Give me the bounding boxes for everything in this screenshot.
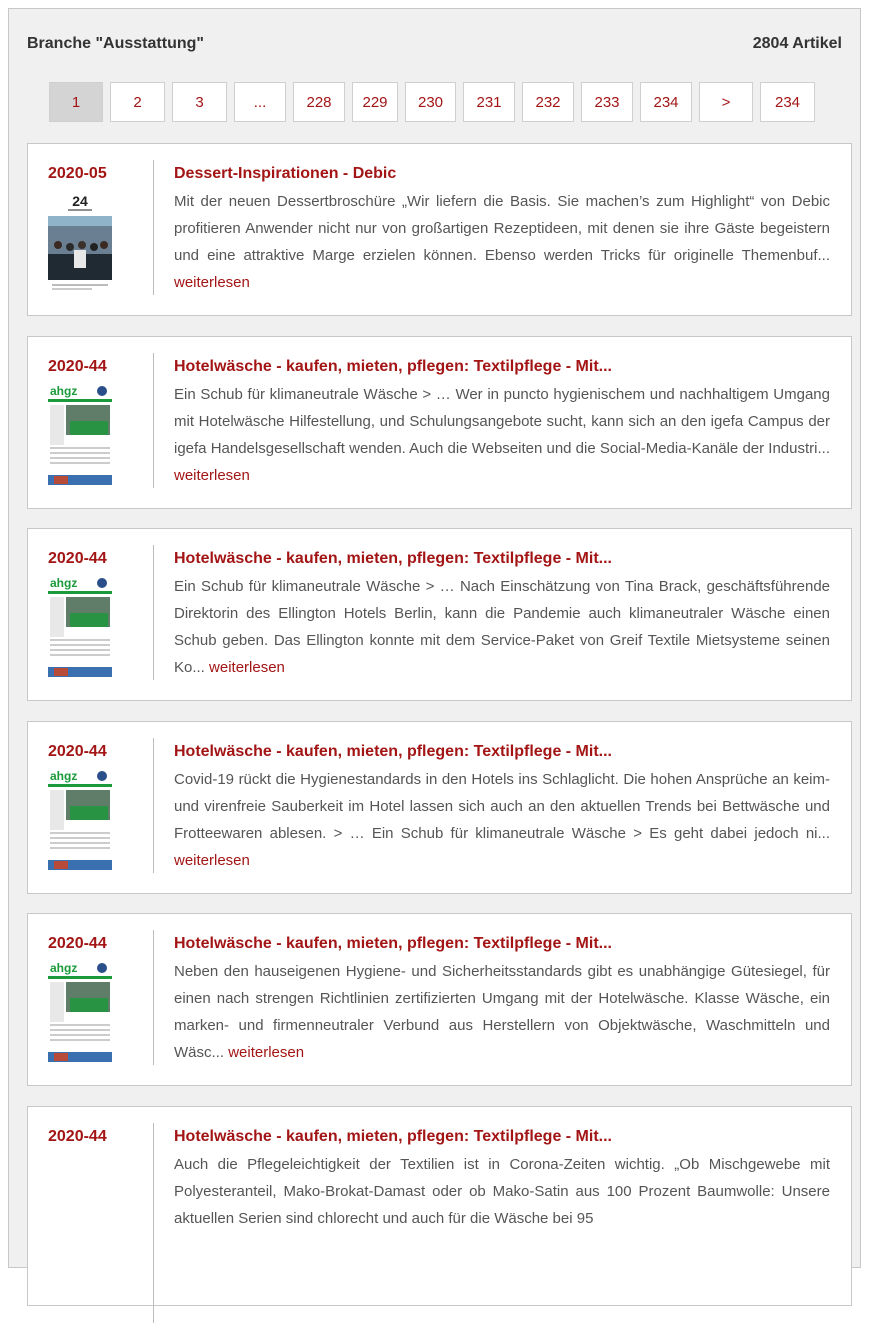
page-229[interactable]: 229: [352, 82, 398, 122]
magazine-cover-image[interactable]: 24: [48, 190, 112, 294]
article-excerpt: Ein Schub für klimaneutrale Wäsche > … N…: [174, 573, 830, 681]
article-date: 2020-44: [48, 358, 107, 375]
cover-logo-text: ahgz: [50, 961, 77, 975]
excerpt-text: Covid-19 rückt die Hygienestandards in d…: [174, 771, 830, 842]
pagination: 1 2 3 ... 228 229 230 231 232 233 234 > …: [49, 82, 815, 124]
read-more-link[interactable]: weiterlesen: [209, 659, 285, 676]
article-title[interactable]: Hotelwäsche - kaufen, mieten, pflegen: T…: [174, 550, 612, 568]
excerpt-text: Auch die Pflegeleichtigkeit der Textilie…: [174, 1156, 830, 1227]
read-more-link[interactable]: weiterlesen: [174, 274, 250, 291]
excerpt-text: Ein Schub für klimaneutrale Wäsche > … W…: [174, 386, 830, 457]
article-card: 2020-44 ahgz Hotelwäsche - kaufen, miete…: [27, 528, 852, 701]
article-title[interactable]: Hotelwäsche - kaufen, mieten, pflegen: T…: [174, 743, 612, 761]
article-card: 2020-05 24 Dessert-Inspirationen - Debic…: [27, 143, 852, 316]
article-title[interactable]: Hotelwäsche - kaufen, mieten, pflegen: T…: [174, 1128, 612, 1146]
page-233[interactable]: 233: [581, 82, 633, 122]
excerpt-text: Mit der neuen Dessertbroschüre „Wir lief…: [174, 193, 830, 264]
divider: [153, 930, 154, 1065]
article-count: 2804 Artikel: [752, 35, 842, 52]
read-more-link[interactable]: weiterlesen: [174, 467, 250, 484]
article-excerpt: Auch die Pflegeleichtigkeit der Textilie…: [174, 1151, 830, 1232]
article-card: 2020-44 ahgz Hotelwäsche - kaufen, miete…: [27, 913, 852, 1086]
read-more-link[interactable]: weiterlesen: [228, 1044, 304, 1061]
article-excerpt: Ein Schub für klimaneutrale Wäsche > … W…: [174, 381, 830, 489]
page-1[interactable]: 1: [49, 82, 103, 122]
article-card: 2020-44 ahgz Hotelwäsche - kaufen, miete…: [27, 721, 852, 894]
divider: [153, 738, 154, 873]
magazine-cover-image[interactable]: ahgz: [48, 383, 112, 487]
magazine-cover-image[interactable]: ahgz: [48, 960, 112, 1064]
magazine-cover-image[interactable]: ahgz: [48, 575, 112, 679]
results-panel: Branche "Ausstattung" 2804 Artikel 1 2 3…: [8, 8, 861, 1323]
read-more-link[interactable]: weiterlesen: [174, 852, 250, 869]
article-date: 2020-44: [48, 743, 107, 760]
page-2[interactable]: 2: [110, 82, 165, 122]
page-232[interactable]: 232: [522, 82, 574, 122]
article-card: 2020-44 Hotelwäsche - kaufen, mieten, pf…: [27, 1106, 852, 1323]
magazine-cover-image[interactable]: ahgz: [48, 768, 112, 872]
last-page-234[interactable]: 234: [760, 82, 815, 122]
results-header: Branche "Ausstattung" 2804 Artikel: [27, 35, 842, 55]
page-234[interactable]: 234: [640, 82, 692, 122]
article-excerpt: Neben den hauseigenen Hygiene- und Siche…: [174, 958, 830, 1066]
divider: [153, 1123, 154, 1323]
cover-logo-text: 24: [72, 193, 88, 209]
cover-logo-text: ahgz: [50, 769, 77, 783]
divider: [153, 545, 154, 680]
page-ellipsis[interactable]: ...: [234, 82, 286, 122]
next-page-button[interactable]: >: [699, 82, 753, 122]
article-title[interactable]: Dessert-Inspirationen - Debic: [174, 165, 396, 183]
page-228[interactable]: 228: [293, 82, 345, 122]
article-date: 2020-05: [48, 165, 107, 182]
cover-logo-text: ahgz: [50, 384, 77, 398]
article-date: 2020-44: [48, 935, 107, 952]
article-title[interactable]: Hotelwäsche - kaufen, mieten, pflegen: T…: [174, 935, 612, 953]
divider: [153, 353, 154, 488]
page-230[interactable]: 230: [405, 82, 456, 122]
cover-logo-text: ahgz: [50, 576, 77, 590]
page-231[interactable]: 231: [463, 82, 515, 122]
article-excerpt: Covid-19 rückt die Hygienestandards in d…: [174, 766, 830, 874]
divider: [153, 160, 154, 295]
article-card: 2020-44 ahgz Hotelwäsche - kaufen, miete…: [27, 336, 852, 509]
article-date: 2020-44: [48, 1128, 107, 1145]
article-excerpt: Mit der neuen Dessertbroschüre „Wir lief…: [174, 188, 830, 296]
article-date: 2020-44: [48, 550, 107, 567]
page-3[interactable]: 3: [172, 82, 227, 122]
article-title[interactable]: Hotelwäsche - kaufen, mieten, pflegen: T…: [174, 358, 612, 376]
branche-title: Branche "Ausstattung": [27, 35, 204, 52]
